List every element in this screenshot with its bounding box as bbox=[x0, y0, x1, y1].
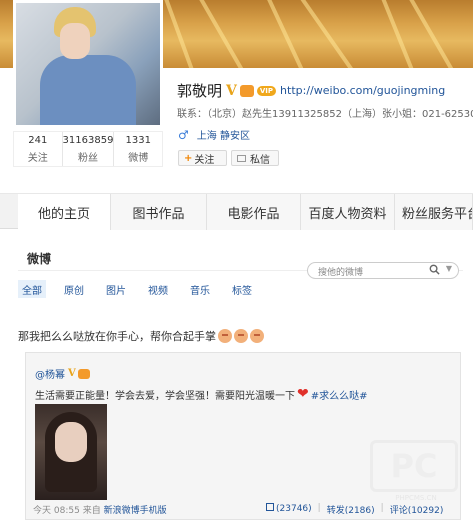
stat-value: 1331 bbox=[125, 135, 151, 146]
member-badge-icon bbox=[77, 368, 90, 379]
weibo-search-input[interactable]: 搜他的微博 ▼ bbox=[307, 262, 459, 279]
separator: | bbox=[317, 503, 321, 513]
repost-text: 生活需要正能量！学会去爱，学会坚强！需要阳光温暖一下 bbox=[35, 390, 295, 402]
tab-fan-service[interactable]: 粉丝服务平台 bbox=[395, 194, 473, 230]
like-count: (23746) bbox=[276, 504, 312, 514]
like-icon bbox=[266, 503, 274, 511]
filter-video[interactable]: 视频 bbox=[144, 280, 172, 298]
tab-books[interactable]: 图书作品 bbox=[111, 194, 207, 230]
stat-label: 粉丝 bbox=[78, 153, 98, 164]
section-title: 微博 bbox=[27, 252, 52, 266]
tab-baidu-profile[interactable]: 百度人物资料 bbox=[301, 194, 395, 230]
post-filters: 全部 原创 图片 视频 音乐 标签 bbox=[18, 280, 270, 298]
verified-v-icon: V bbox=[68, 368, 76, 379]
chevron-down-icon[interactable]: ▼ bbox=[446, 264, 452, 273]
member-badge-icon bbox=[239, 84, 254, 97]
repost-text-row: 生活需要正能量！学会去爱，学会坚强！需要阳光温暖一下 ❤ #求么么哒# bbox=[35, 386, 368, 402]
separator: | bbox=[380, 503, 384, 513]
profile-name-row: 郭敬明 V VIP http://weibo.com/guojingming bbox=[177, 80, 445, 101]
follow-button[interactable]: + 关注 bbox=[178, 150, 227, 166]
post-source-link[interactable]: 新浪微博手机版 bbox=[104, 506, 167, 516]
follow-label: 关注 bbox=[194, 154, 215, 166]
comment-button[interactable]: 评论(10292) bbox=[390, 503, 444, 516]
post-text: 那我把么么哒放在你手心，帮你合起手掌 bbox=[18, 330, 216, 343]
stat-following[interactable]: 241 关注 bbox=[14, 132, 63, 166]
repost-image[interactable] bbox=[35, 404, 107, 500]
profile-name: 郭敬明 bbox=[177, 82, 223, 100]
profile-location-row: ♂ 上海 静安区 bbox=[178, 127, 250, 143]
verified-v-icon: V bbox=[226, 82, 237, 99]
tab-movies[interactable]: 电影作品 bbox=[207, 194, 301, 230]
profile-stats: 241 关注 31163859 粉丝 1331 微博 bbox=[13, 131, 163, 167]
hashtag-link[interactable]: #求么么哒# bbox=[311, 387, 368, 402]
stat-label: 微博 bbox=[128, 153, 149, 164]
filter-original[interactable]: 原创 bbox=[60, 280, 88, 298]
tab-home[interactable]: 他的主页 bbox=[18, 194, 111, 230]
filter-all[interactable]: 全部 bbox=[18, 280, 46, 298]
filter-tags[interactable]: 标签 bbox=[228, 280, 256, 298]
vip-badge-icon: VIP bbox=[256, 85, 277, 96]
post-actions: (23746) | 转发(2186) | 评论(10292) bbox=[266, 503, 443, 516]
filter-images[interactable]: 图片 bbox=[102, 280, 130, 298]
watermark-logo: PC PHPCMS.CN bbox=[370, 440, 462, 512]
profile-url-link[interactable]: http://weibo.com/guojingming bbox=[280, 84, 445, 97]
search-icon[interactable] bbox=[429, 264, 440, 275]
stat-value: 241 bbox=[28, 135, 48, 146]
search-placeholder: 搜他的微博 bbox=[318, 268, 364, 278]
repost-author-row: @杨幂 V bbox=[35, 366, 90, 381]
male-icon: ♂ bbox=[178, 127, 189, 142]
post-via: 来自 bbox=[82, 506, 101, 516]
watermark-logo-text: PC bbox=[370, 440, 458, 492]
filter-music[interactable]: 音乐 bbox=[186, 280, 214, 298]
location-link[interactable]: 上海 静安区 bbox=[197, 127, 250, 142]
stat-label: 关注 bbox=[27, 153, 48, 164]
avatar[interactable] bbox=[13, 0, 163, 128]
watermark-sub: PHPCMS.CN bbox=[395, 494, 437, 502]
post-content: 那我把么么哒放在你手心，帮你合起手掌 bbox=[18, 328, 264, 344]
repost-author-link[interactable]: @杨幂 bbox=[35, 366, 65, 381]
plus-icon: + bbox=[184, 152, 193, 164]
stat-followers[interactable]: 31163859 粉丝 bbox=[63, 132, 115, 166]
emoji-icon bbox=[218, 329, 232, 343]
message-button[interactable]: 私信 bbox=[231, 150, 279, 166]
message-label: 私信 bbox=[250, 154, 270, 166]
like-button[interactable]: (23746) bbox=[266, 503, 312, 516]
emoji-icon bbox=[250, 329, 264, 343]
heart-icon: ❤ bbox=[297, 386, 309, 402]
profile-tabs: 他的主页 图书作品 电影作品 百度人物资料 粉丝服务平台 bbox=[0, 193, 473, 230]
emoji-icon bbox=[234, 329, 248, 343]
mail-icon bbox=[237, 154, 246, 162]
stat-value: 31163859 bbox=[62, 135, 114, 146]
post-meta: 今天 08:55 来自 新浪微博手机版 bbox=[33, 503, 167, 516]
post-time[interactable]: 今天 08:55 bbox=[33, 506, 80, 516]
stat-posts[interactable]: 1331 微博 bbox=[114, 132, 162, 166]
profile-contact: 联系：（北京）赵先生13911325852（上海）张小姐：021-6253023 bbox=[177, 109, 473, 120]
forward-button[interactable]: 转发(2186) bbox=[327, 503, 375, 516]
